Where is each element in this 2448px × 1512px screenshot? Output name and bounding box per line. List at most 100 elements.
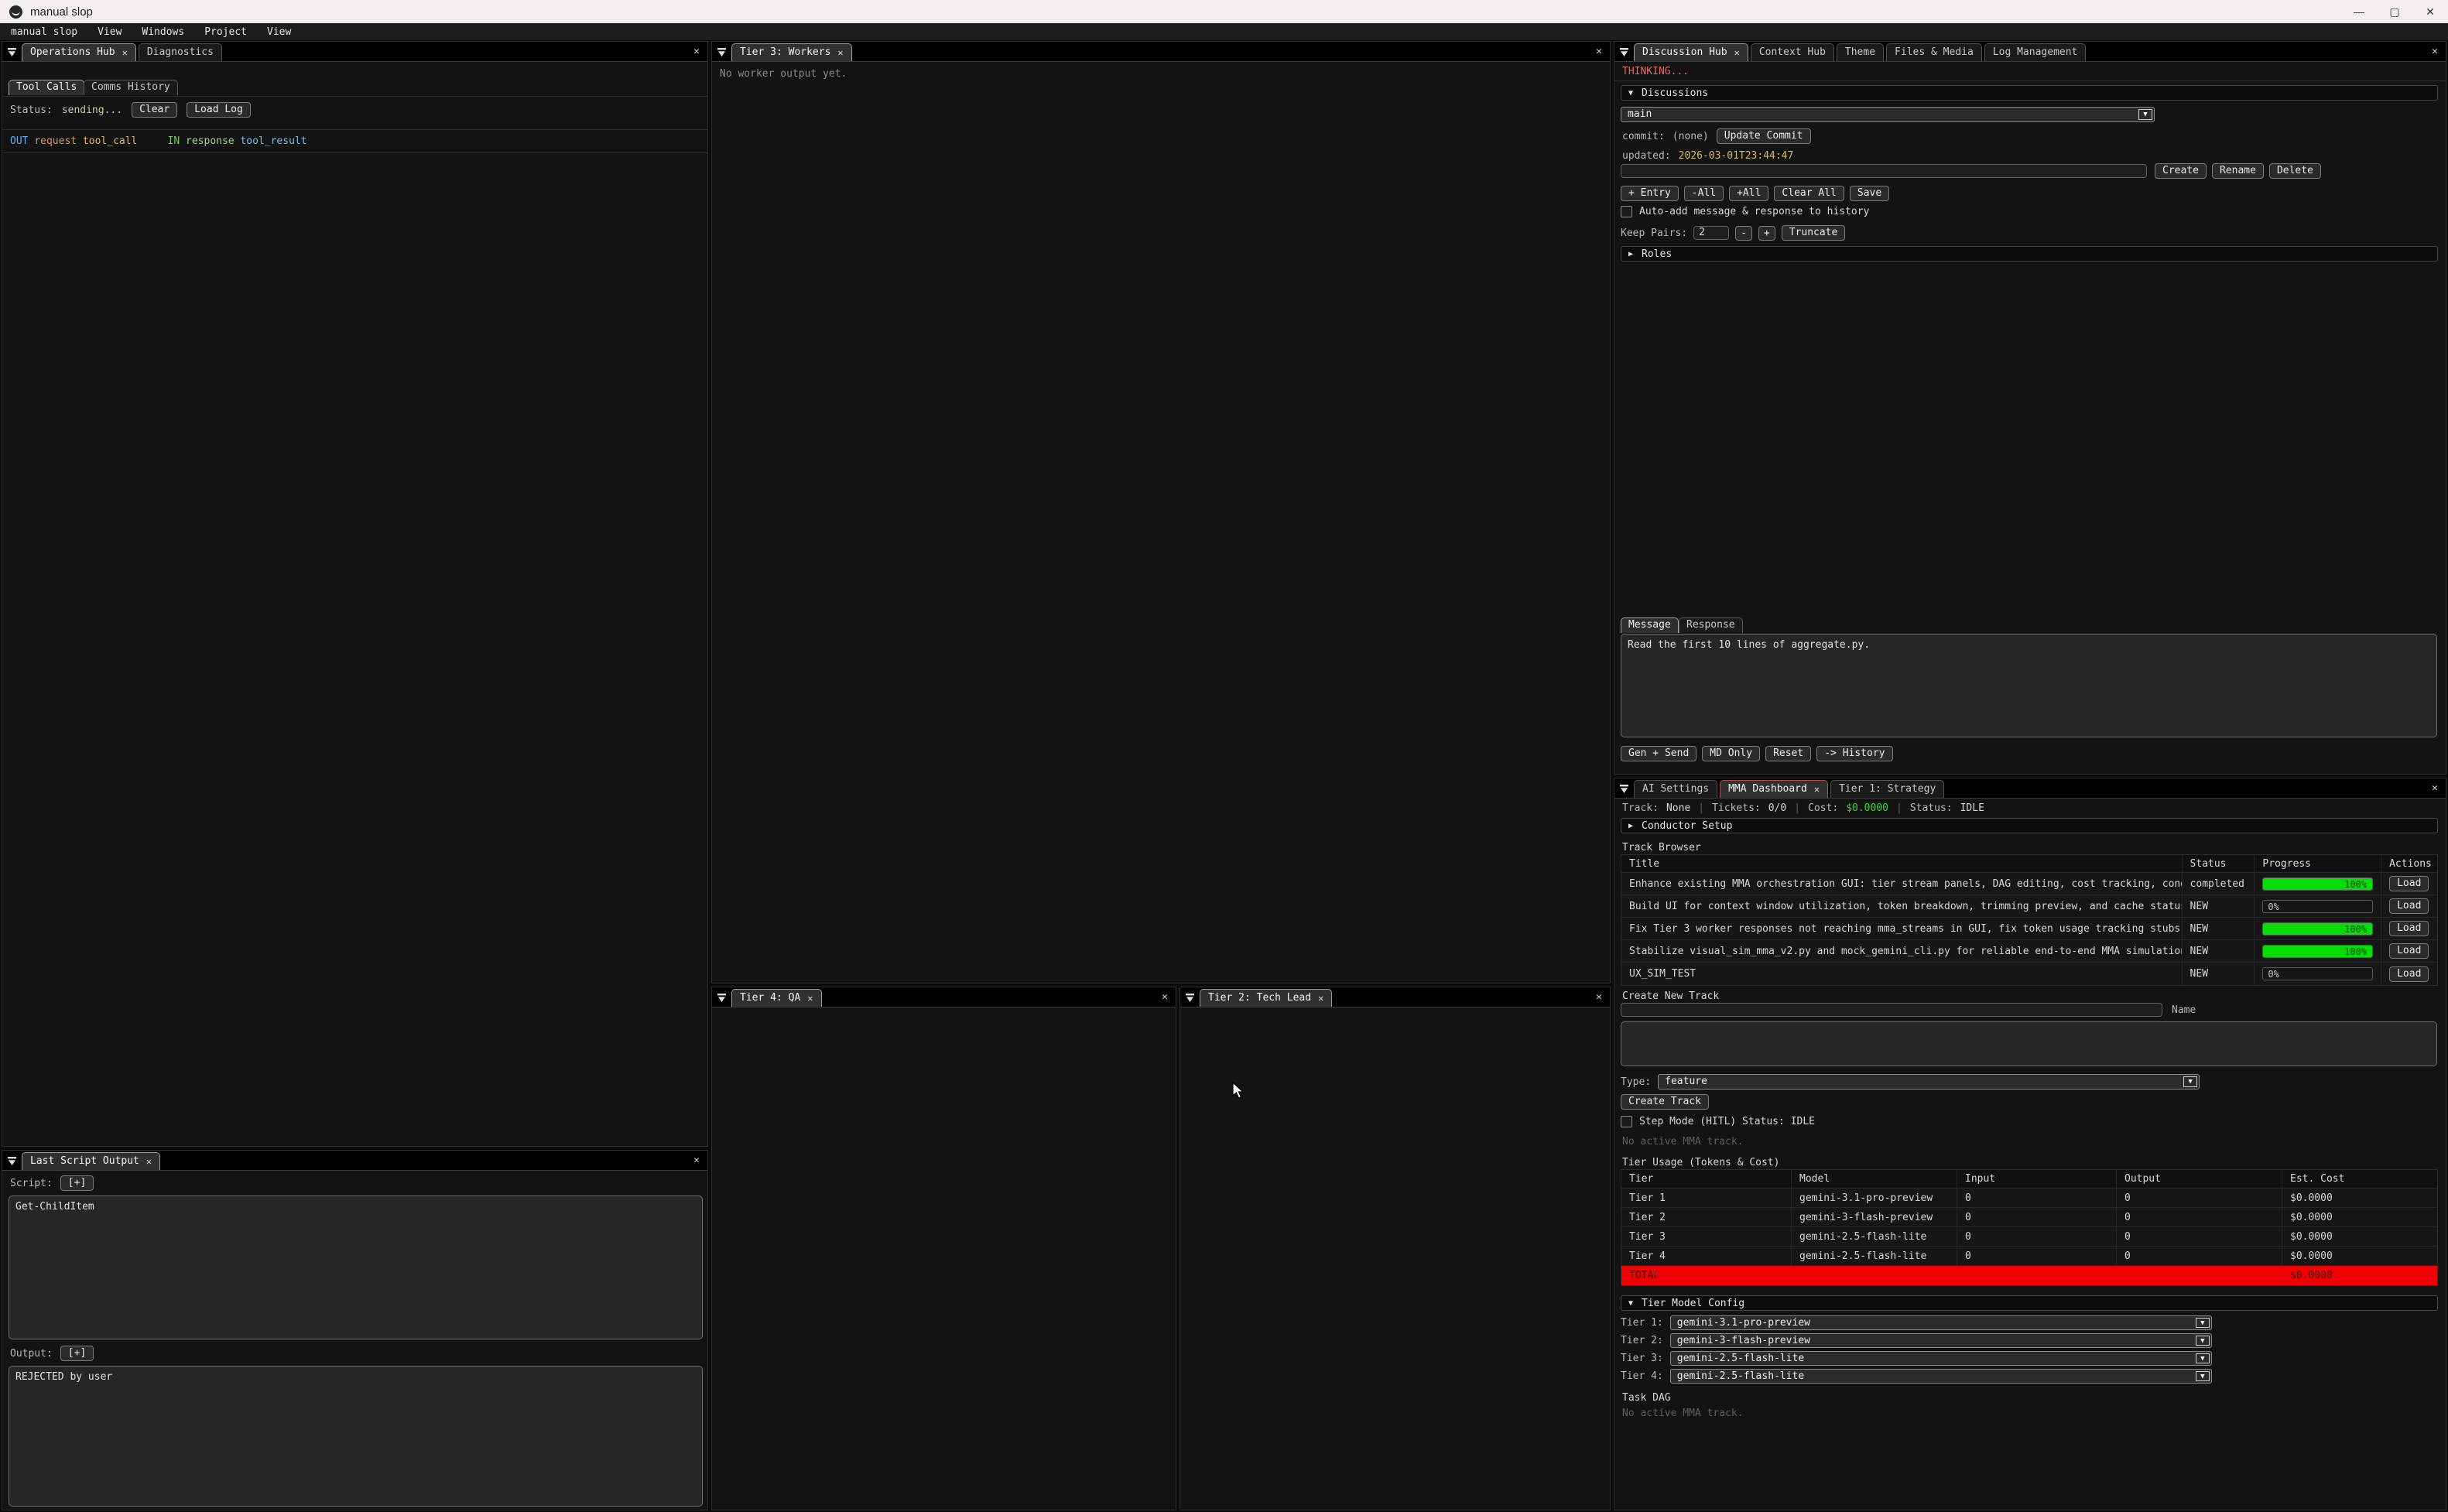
add-entry-button[interactable]: + Entry — [1621, 186, 1679, 201]
tab-theme[interactable]: Theme — [1837, 43, 1884, 61]
tab-comms-history[interactable]: Comms History — [84, 80, 178, 95]
tab-diagnostics[interactable]: Diagnostics — [139, 43, 222, 61]
discussion-select[interactable]: main ▼ — [1621, 107, 2155, 122]
tab-log-management[interactable]: Log Management — [1984, 43, 2087, 61]
script-expand-button[interactable]: [+] — [60, 1175, 94, 1191]
tab-tier3-workers[interactable]: Tier 3: Workers✕ — [731, 43, 852, 61]
menu-manual-slop[interactable]: manual slop — [11, 26, 77, 38]
track-name-input[interactable] — [1621, 1003, 2162, 1017]
panel-close-icon[interactable]: ✕ — [1596, 991, 1602, 1003]
load-button[interactable]: Load — [2389, 898, 2429, 914]
tab-close-icon[interactable]: ✕ — [122, 47, 128, 58]
tab-close-icon[interactable]: ✕ — [1734, 47, 1740, 58]
clear-button[interactable]: Clear — [132, 102, 177, 118]
menu-view[interactable]: View — [98, 26, 122, 38]
output-expand-button[interactable]: [+] — [60, 1346, 94, 1361]
step-mode-checkbox[interactable] — [1621, 1116, 1632, 1127]
tab-operations-hub[interactable]: Operations Hub✕ — [22, 43, 136, 61]
tab-tool-calls[interactable]: Tool Calls — [9, 80, 84, 95]
load-button[interactable]: Load — [2389, 921, 2429, 936]
output-textarea[interactable]: REJECTED by user — [9, 1366, 703, 1507]
tier-model-config-header[interactable]: ▼ Tier Model Config — [1621, 1295, 2438, 1311]
table-row[interactable]: UX_SIM_TEST NEW 0% Load — [1621, 963, 2437, 985]
load-button[interactable]: Load — [2389, 876, 2429, 891]
panel-close-icon[interactable]: ✕ — [2432, 782, 2438, 794]
panel-close-icon[interactable]: ✕ — [2432, 46, 2438, 57]
table-row[interactable]: Fix Tier 3 worker responses not reaching… — [1621, 918, 2437, 940]
tab-mma-dashboard[interactable]: MMA Dashboard✕ — [1720, 780, 1828, 798]
load-button[interactable]: Load — [2389, 943, 2429, 959]
script-textarea[interactable]: Get-ChildItem — [9, 1196, 703, 1339]
update-commit-button[interactable]: Update Commit — [1717, 128, 1811, 144]
keep-pairs-plus-button[interactable]: + — [1758, 226, 1775, 241]
panel-close-icon[interactable]: ✕ — [1162, 991, 1168, 1003]
load-button[interactable]: Load — [2389, 966, 2429, 982]
menu-project[interactable]: Project — [204, 26, 247, 38]
collapse-all-button[interactable]: -All — [1684, 186, 1724, 201]
tier3-model-select[interactable]: gemini-2.5-flash-lite▼ — [1670, 1351, 2212, 1366]
tab-close-icon[interactable]: ✕ — [1814, 784, 1820, 795]
tab-discussion-hub[interactable]: Discussion Hub✕ — [1634, 43, 1748, 61]
truncate-button[interactable]: Truncate — [1782, 225, 1846, 241]
log-tool-result: tool_result — [240, 135, 306, 147]
panel-menu-icon[interactable] — [717, 993, 727, 1003]
panel-menu-icon[interactable] — [7, 1156, 17, 1166]
panel-close-icon[interactable]: ✕ — [693, 1155, 700, 1166]
minimize-button[interactable]: — — [2341, 0, 2377, 23]
table-row[interactable]: Enhance existing MMA orchestration GUI: … — [1621, 873, 2437, 895]
panel-menu-icon[interactable] — [1185, 993, 1195, 1003]
tab-tier4-qa[interactable]: Tier 4: QA✕ — [731, 989, 822, 1007]
create-button[interactable]: Create — [2155, 163, 2207, 179]
panel-close-icon[interactable]: ✕ — [1596, 46, 1602, 57]
discussion-name-input[interactable] — [1621, 164, 2147, 178]
expand-all-button[interactable]: +All — [1729, 186, 1768, 201]
app-icon — [9, 5, 22, 19]
to-history-button[interactable]: -> History — [1816, 746, 1892, 761]
tier2-model-select[interactable]: gemini-3-flash-preview▼ — [1670, 1333, 2212, 1348]
reset-button[interactable]: Reset — [1765, 746, 1811, 761]
tab-last-script-output[interactable]: Last Script Output✕ — [22, 1152, 160, 1170]
md-only-button[interactable]: MD Only — [1702, 746, 1760, 761]
gen-send-button[interactable]: Gen + Send — [1621, 746, 1696, 761]
panel-close-icon[interactable]: ✕ — [693, 46, 700, 57]
keep-pairs-minus-button[interactable]: - — [1735, 226, 1752, 241]
load-log-button[interactable]: Load Log — [187, 102, 251, 118]
tab-response[interactable]: Response — [1679, 617, 1743, 633]
collapse-closed-icon: ▶ — [1628, 250, 1633, 258]
tab-close-icon[interactable]: ✕ — [807, 993, 813, 1004]
roles-section-header[interactable]: ▶ Roles — [1621, 246, 2438, 262]
conductor-setup-header[interactable]: ▶ Conductor Setup — [1621, 818, 2438, 833]
tab-close-icon[interactable]: ✕ — [146, 1156, 152, 1167]
tab-context-hub[interactable]: Context Hub — [1751, 43, 1834, 61]
save-button[interactable]: Save — [1850, 186, 1889, 201]
clear-all-button[interactable]: Clear All — [1774, 186, 1844, 201]
rename-button[interactable]: Rename — [2212, 163, 2264, 179]
tab-close-icon[interactable]: ✕ — [837, 47, 843, 58]
keep-pairs-input[interactable]: 2 — [1693, 226, 1729, 240]
panel-menu-icon[interactable] — [1619, 47, 1629, 57]
tab-tier2-tech-lead[interactable]: Tier 2: Tech Lead✕ — [1200, 989, 1332, 1007]
close-button[interactable]: ✕ — [2412, 0, 2448, 23]
tier4-model-select[interactable]: gemini-2.5-flash-lite▼ — [1670, 1369, 2212, 1384]
menu-windows[interactable]: Windows — [142, 26, 184, 38]
track-description-textarea[interactable] — [1621, 1021, 2437, 1066]
type-select[interactable]: feature▼ — [1658, 1074, 2200, 1090]
discussions-section-header[interactable]: ▼ Discussions — [1621, 85, 2438, 101]
table-row[interactable]: Build UI for context window utilization,… — [1621, 895, 2437, 918]
tab-ai-settings[interactable]: AI Settings — [1634, 780, 1717, 798]
tab-files-media[interactable]: Files & Media — [1886, 43, 1982, 61]
tab-message[interactable]: Message — [1621, 617, 1679, 633]
tier1-model-select[interactable]: gemini-3.1-pro-preview▼ — [1670, 1315, 2212, 1330]
delete-button[interactable]: Delete — [2269, 163, 2321, 179]
tab-tier1-strategy[interactable]: Tier 1: Strategy — [1830, 780, 1944, 798]
panel-menu-icon[interactable] — [717, 47, 727, 57]
tab-close-icon[interactable]: ✕ — [1318, 993, 1323, 1004]
table-row[interactable]: Stabilize visual_sim_mma_v2.py and mock_… — [1621, 940, 2437, 963]
create-track-button[interactable]: Create Track — [1621, 1094, 1709, 1110]
maximize-button[interactable]: ▢ — [2377, 0, 2412, 23]
menu-view-2[interactable]: View — [267, 26, 291, 38]
message-textarea[interactable]: Read the first 10 lines of aggregate.py. — [1621, 634, 2437, 737]
autoadd-checkbox[interactable] — [1621, 206, 1632, 217]
panel-menu-icon[interactable] — [7, 47, 17, 57]
panel-menu-icon[interactable] — [1619, 784, 1629, 794]
